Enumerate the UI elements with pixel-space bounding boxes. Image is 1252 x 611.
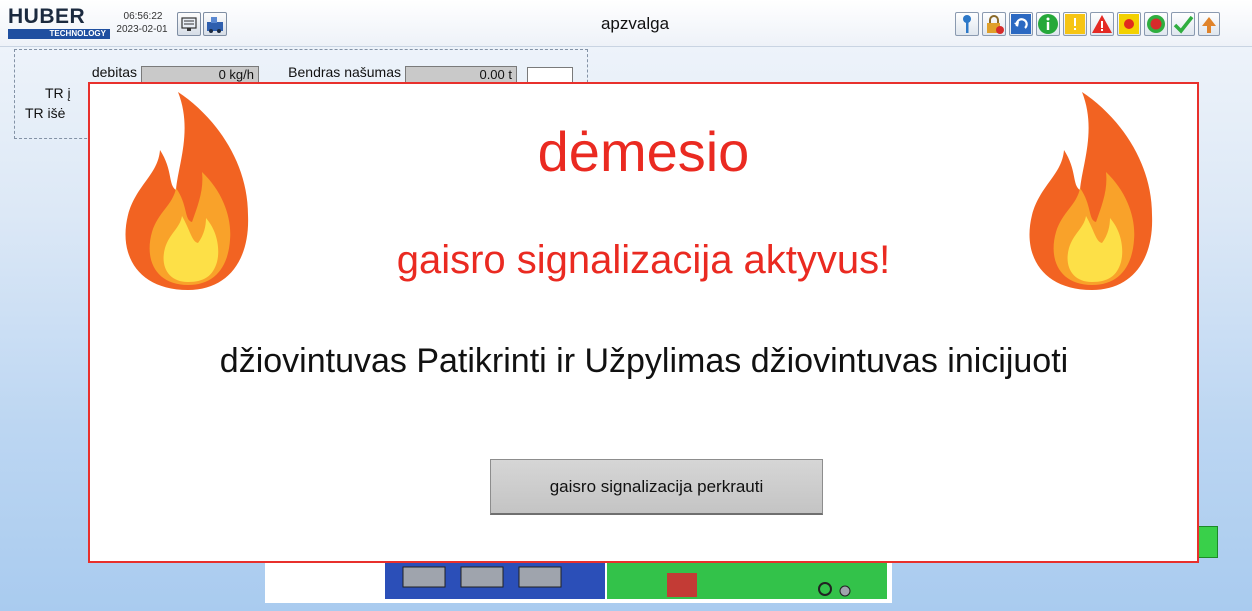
fire-alarm-dialog: dėmesio gaisro signalizacija aktyvus! dž… xyxy=(88,82,1199,563)
huber-logo: HUBER TECHNOLOGY xyxy=(8,5,110,39)
reset-fire-alarm-button[interactable]: gaisro signalizacija perkrauti xyxy=(490,459,823,515)
red-warning-button[interactable] xyxy=(1090,12,1114,36)
nasumas-value: 0.00 t xyxy=(405,66,517,83)
info-button[interactable] xyxy=(1036,12,1060,36)
alarm-button[interactable] xyxy=(1144,12,1168,36)
status-indicator xyxy=(1198,526,1218,558)
nasumas-label: Bendras našumas xyxy=(288,64,401,80)
undo-icon xyxy=(1011,14,1031,34)
process-schematic xyxy=(265,560,892,603)
debitas-label: debitas xyxy=(91,64,137,80)
logo-subtitle: TECHNOLOGY xyxy=(8,29,110,39)
undo-button[interactable] xyxy=(1009,12,1033,36)
info-icon xyxy=(1038,14,1058,34)
machine-view-button[interactable] xyxy=(203,12,227,36)
dialog-message: džiovintuvas Patikrinti ir Užpylimas dži… xyxy=(219,342,1069,380)
logo-text: HUBER xyxy=(8,5,86,28)
tr-out-label: TR išė xyxy=(25,105,66,121)
header-bar: HUBER TECHNOLOGY 06:56:22 2023-02-01 apz… xyxy=(0,0,1252,47)
debitas-value: 0 kg/h xyxy=(141,66,259,83)
confirm-button[interactable] xyxy=(1171,12,1195,36)
up-arrow-icon xyxy=(1202,17,1216,33)
machine-icon xyxy=(207,17,223,33)
warning-yellow-icon xyxy=(1065,14,1085,34)
lock-icon xyxy=(987,15,1004,34)
dialog-title: dėmesio xyxy=(537,120,750,183)
tr-in-label: TR į xyxy=(45,85,71,101)
record-icon xyxy=(1119,14,1139,34)
key-icon xyxy=(963,15,971,33)
yellow-warning-button[interactable] xyxy=(1063,12,1087,36)
warning-red-icon xyxy=(1092,15,1112,33)
login-button[interactable] xyxy=(955,12,979,36)
screen-view-button[interactable] xyxy=(177,12,201,36)
page-title: apzvalga xyxy=(600,14,670,33)
up-button[interactable] xyxy=(1198,12,1220,36)
check-icon xyxy=(1173,15,1194,34)
lock-button[interactable] xyxy=(982,12,1006,36)
monitor-icon xyxy=(181,17,197,31)
clock-time: 06:56:22 xyxy=(123,11,163,22)
clock-date: 2023-02-01 xyxy=(116,24,168,35)
record-button[interactable] xyxy=(1117,12,1141,36)
alarm-icon xyxy=(1147,15,1165,33)
dialog-subtitle: gaisro signalizacija aktyvus! xyxy=(396,238,891,282)
